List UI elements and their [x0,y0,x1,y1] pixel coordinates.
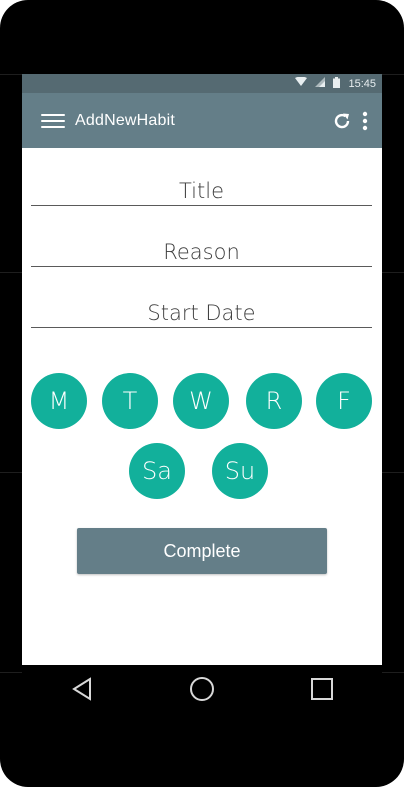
frame-divider [0,472,22,473]
start-date-field[interactable] [31,298,372,328]
app-bar: AddNewHabit [22,93,382,148]
overflow-menu-icon[interactable] [362,111,368,131]
day-thursday-button[interactable]: R [246,373,302,429]
app-screen: 15:45 AddNewHabit Title Reason Start Dat… [22,74,382,665]
day-monday-button[interactable]: M [31,373,87,429]
complete-button[interactable]: Complete [77,528,327,574]
home-icon[interactable] [178,669,226,709]
frame-divider [382,74,404,75]
reason-field[interactable] [31,237,372,267]
title-field[interactable] [31,176,372,206]
signal-icon [315,77,326,90]
phone-frame: 15:45 AddNewHabit Title Reason Start Dat… [0,0,404,787]
day-sunday-button[interactable]: Su [212,443,268,499]
refresh-icon[interactable] [332,111,352,131]
frame-divider [0,672,22,673]
status-bar: 15:45 [22,74,382,93]
navigation-bar [22,665,382,713]
day-saturday-button[interactable]: Sa [129,443,185,499]
frame-divider [0,272,22,273]
frame-divider [382,272,404,273]
recents-icon[interactable] [298,669,346,709]
day-wednesday-button[interactable]: W [173,373,229,429]
battery-icon [333,76,341,91]
frame-divider [382,472,404,473]
menu-icon[interactable] [41,111,65,131]
wifi-icon [295,76,308,90]
day-tuesday-button[interactable]: T [102,373,158,429]
frame-divider [382,672,404,673]
frame-divider [0,74,22,75]
day-friday-button[interactable]: F [316,373,372,429]
status-time: 15:45 [348,77,376,90]
back-icon[interactable] [58,669,106,709]
app-title: AddNewHabit [75,111,176,129]
